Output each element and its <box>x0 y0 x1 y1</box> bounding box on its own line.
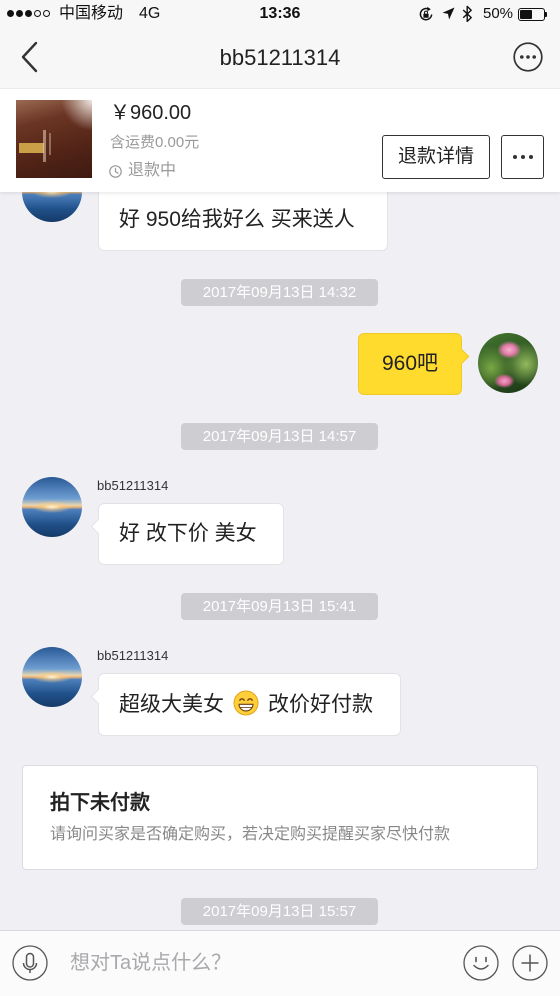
contact-avatar[interactable] <box>22 647 82 707</box>
ellipsis-icon <box>520 155 525 159</box>
microphone-icon[interactable] <box>12 945 48 981</box>
message-text: 960吧 <box>381 352 439 375</box>
product-price: ￥960.00 <box>110 102 192 124</box>
message-bubble: 超级大美女 改价好付款 <box>90 673 401 736</box>
product-card[interactable]: ￥960.00 含运费0.00元 退款中 退款详情 <box>0 88 560 192</box>
signal-dot <box>43 10 50 17</box>
contact-avatar[interactable] <box>22 192 82 222</box>
bubble-tail <box>453 348 470 365</box>
chat-message-list[interactable]: 好 950给我好么 买来送人 2017年09月13日 14:32 960吧 20… <box>0 192 560 930</box>
battery-fill <box>520 10 532 19</box>
bubble-tail <box>90 688 107 705</box>
message-text: 好 改下价 美女 <box>119 522 257 545</box>
shipping-fee: 含运费0.00元 <box>110 134 200 151</box>
more-button[interactable] <box>513 42 543 72</box>
refund-details-button[interactable]: 退款详情 <box>382 135 490 179</box>
chat-screen: 中国移动 4G 13:36 50% bb51211314 ￥960.00 含运费… <box>0 0 560 996</box>
message-bubble-outgoing: 960吧 <box>358 333 470 395</box>
refund-status: 退款中 <box>128 162 177 179</box>
carrier-name: 中国移动 <box>59 5 124 22</box>
clock-time: 13:36 <box>259 5 301 22</box>
more-actions-button[interactable] <box>501 135 544 179</box>
rotation-lock-icon <box>419 6 433 21</box>
bluetooth-icon <box>462 5 472 23</box>
grinning-face-emoji-icon <box>233 690 259 716</box>
message-bubble: 好 改下价 美女 <box>90 503 284 565</box>
chat-title: bb51211314 <box>219 45 341 70</box>
my-avatar[interactable] <box>478 333 538 393</box>
unpaid-order-notice[interactable]: 拍下未付款 请询问买家是否确定购买，若决定购买提醒买家尽快付款 <box>22 765 538 870</box>
timestamp: 2017年09月13日 15:57 <box>181 898 378 925</box>
more-circle-icon <box>513 42 543 72</box>
top-bar: 中国移动 4G 13:36 50% bb51211314 <box>0 0 560 88</box>
timestamp: 2017年09月13日 14:57 <box>181 423 378 450</box>
message-input-bar <box>0 930 560 996</box>
plus-icon[interactable] <box>512 945 548 981</box>
notice-text: 请询问买家是否确定购买，若决定购买提醒买家尽快付款 <box>50 826 451 843</box>
thumbnail-detail <box>49 133 51 155</box>
battery-nub <box>545 12 547 17</box>
message-input[interactable] <box>60 943 452 983</box>
signal-dot <box>16 10 23 17</box>
ellipsis-icon <box>528 155 533 159</box>
sender-name: bb51211314 <box>97 648 169 663</box>
back-button[interactable] <box>12 36 48 78</box>
signal-dot <box>25 10 32 17</box>
smiley-icon[interactable] <box>463 945 499 981</box>
clock-icon <box>109 165 122 178</box>
location-arrow-icon <box>442 7 455 20</box>
signal-strength-icon <box>7 10 52 17</box>
chevron-left-icon <box>21 41 38 73</box>
network-type: 4G <box>139 5 161 22</box>
message-bubble: 好 950给我好么 买来送人 <box>98 192 388 251</box>
message-text: 好 950给我好么 买来送人 <box>119 208 355 231</box>
battery-percentage: 50% <box>483 5 514 22</box>
thumbnail-gold-label <box>19 143 44 153</box>
message-text: 超级大美女 <box>119 693 224 716</box>
timestamp: 2017年09月13日 14:32 <box>181 279 378 306</box>
product-thumbnail[interactable] <box>16 100 92 178</box>
signal-dot <box>7 10 14 17</box>
signal-dot <box>34 10 41 17</box>
thumbnail-detail <box>43 130 46 162</box>
contact-avatar[interactable] <box>22 477 82 537</box>
ellipsis-icon <box>512 155 517 159</box>
sender-name: bb51211314 <box>97 478 169 493</box>
battery-icon <box>518 8 545 21</box>
timestamp: 2017年09月13日 15:41 <box>181 593 378 620</box>
bubble-tail <box>90 518 107 535</box>
message-text: 改价好付款 <box>268 693 373 716</box>
notice-title: 拍下未付款 <box>50 792 150 814</box>
